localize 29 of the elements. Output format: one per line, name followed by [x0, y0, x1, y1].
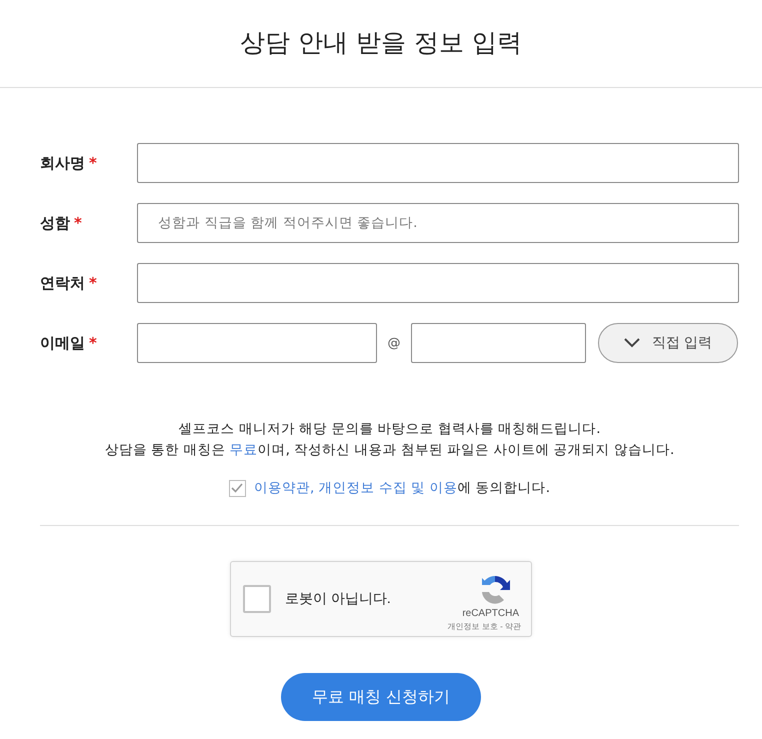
required-mark: *: [74, 214, 82, 232]
input-field[interactable]: [137, 143, 739, 183]
notice-text: 상담을 통한 매칭은 무료이며, 작성하신 내용과 첨부된 파일은 사이트에 공개되지 않습니다.: [104, 441, 674, 460]
input-field[interactable]: 성함과 직급을 함께 적어주시면 좋습니다.: [137, 203, 739, 243]
required-mark: *: [89, 274, 97, 292]
field-label: 성함: [40, 214, 70, 232]
notice-text: 셀프코스 매니저가 해당 문의를 바탕으로 협력사를 매칭해드립니다.: [178, 420, 601, 439]
captcha-links[interactable]: 개인정보 보호 - 약관: [448, 621, 521, 632]
agree-text: 이용약관, 개인정보 수집 및 이용에 동의합니다.: [254, 479, 550, 497]
domain-field[interactable]: [411, 323, 586, 363]
input-field[interactable]: [137, 263, 739, 303]
field-label: 회사명: [40, 154, 85, 172]
terms-link[interactable]: 이용약관, 개인정보 수집 및 이용: [254, 480, 458, 496]
page-title: 상담 안내 받을 정보 입력: [240, 27, 522, 59]
field-label: 이메일: [40, 334, 85, 352]
required-mark: *: [89, 154, 97, 172]
captcha-label: 로봇이 아닙니다.: [285, 590, 392, 608]
chevron-down-icon: [624, 338, 640, 348]
agree-checkbox[interactable]: [228, 480, 246, 496]
field-label: 연락처: [40, 274, 85, 292]
domain-select-button[interactable]: 직접 입력: [598, 323, 738, 363]
captcha-brand: reCAPTCHA: [462, 608, 519, 619]
at-sign: @: [386, 336, 402, 350]
captcha-logo-icon: [479, 574, 511, 606]
captcha-checkbox[interactable]: [243, 585, 271, 613]
check-icon: [231, 483, 244, 493]
email-field[interactable]: [137, 323, 377, 363]
required-mark: *: [89, 334, 97, 352]
submit-button[interactable]: 무료 매칭 신청하기: [281, 673, 481, 721]
